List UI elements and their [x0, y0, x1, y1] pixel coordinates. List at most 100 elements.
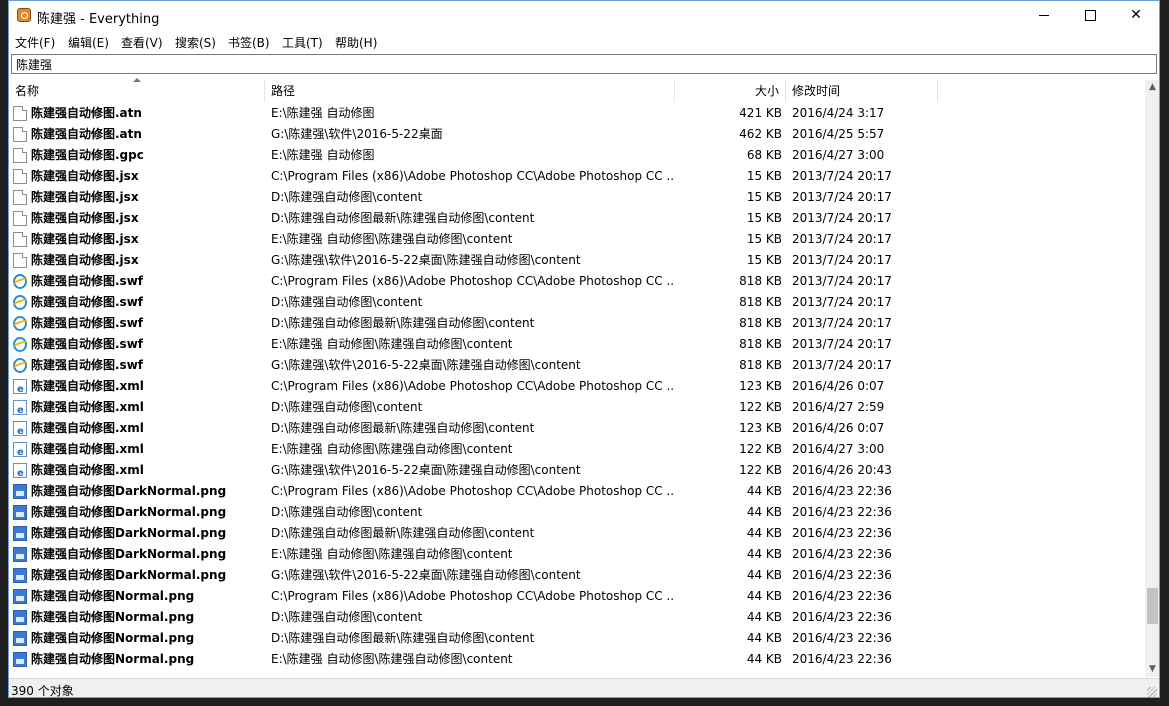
file-path: E:\陈建强 自动修图\陈建强自动修图\content [271, 337, 513, 351]
vertical-scrollbar[interactable]: ▲ ▼ [1145, 80, 1159, 677]
menu-view[interactable]: 查看(V) [121, 34, 163, 51]
file-name: 陈建强自动修图.jsx [31, 232, 139, 246]
table-row[interactable]: 陈建强自动修图.jsx D:\陈建强自动修图\content 15 KB 2013/7… [9, 187, 1145, 208]
doc-icon [13, 148, 27, 163]
doc-icon [13, 253, 27, 268]
table-row[interactable]: 陈建强自动修图Normal.png E:\陈建强 自动修图\陈建强自动修图\con… [9, 649, 1145, 670]
file-icon-cell [13, 211, 27, 226]
status-bar: 390 个对象 [9, 678, 1159, 698]
status-object-count: 390 个对象 [11, 684, 74, 698]
file-modified: 2016/4/26 0:07 [792, 421, 885, 435]
png-icon [13, 526, 27, 541]
png-icon [13, 568, 27, 583]
file-path: D:\陈建强自动修图最新\陈建强自动修图\content [271, 211, 535, 225]
file-name: 陈建强自动修图.swf [31, 316, 144, 330]
title-bar[interactable]: 陈建强 - Everything ✕ [9, 1, 1159, 32]
file-icon-cell [13, 274, 27, 289]
file-size: 818 KB [739, 295, 782, 309]
column-header-path-label: 路径 [271, 84, 296, 98]
xml-icon [13, 379, 27, 394]
ie-icon [13, 358, 27, 373]
table-row[interactable]: 陈建强自动修图.xml C:\Program Files (x86)\Adobe … [9, 376, 1145, 397]
table-row[interactable]: 陈建强自动修图.swf D:\陈建强自动修图最新\陈建强自动修图\content 8… [9, 313, 1145, 334]
doc-icon [13, 169, 27, 184]
png-icon [13, 505, 27, 520]
table-row[interactable]: 陈建强自动修图.swf C:\Program Files (x86)\Adobe … [9, 271, 1145, 292]
resize-grip-icon[interactable] [1147, 687, 1157, 697]
table-row[interactable]: 陈建强自动修图.xml E:\陈建强 自动修图\陈建强自动修图\content 12… [9, 439, 1145, 460]
file-path: G:\陈建强\软件\2016-5-22桌面\陈建强自动修图\content [271, 253, 581, 267]
menu-tools[interactable]: 工具(T) [282, 34, 323, 51]
file-size: 421 KB [739, 106, 782, 120]
menu-bookmarks[interactable]: 书签(B) [228, 34, 270, 51]
file-path: G:\陈建强\软件\2016-5-22桌面\陈建强自动修图\content [271, 463, 581, 477]
close-button[interactable]: ✕ [1113, 1, 1159, 32]
file-name: 陈建强自动修图.jsx [31, 211, 139, 225]
table-row[interactable]: 陈建强自动修图.swf E:\陈建强 自动修图\陈建强自动修图\content 81… [9, 334, 1145, 355]
xml-icon [13, 400, 27, 415]
results-list[interactable]: 陈建强自动修图.atn E:\陈建强 自动修图 421 KB 2016/4/24 3:… [9, 102, 1145, 677]
table-row[interactable]: 陈建强自动修图.atn G:\陈建强\软件\2016-5-22桌面 462 KB 20… [9, 124, 1145, 145]
table-row[interactable]: 陈建强自动修图Normal.png D:\陈建强自动修图最新\陈建强自动修图\co… [9, 628, 1145, 649]
file-path: G:\陈建强\软件\2016-5-22桌面\陈建强自动修图\content [271, 568, 581, 582]
table-row[interactable]: 陈建强自动修图.jsx C:\Program Files (x86)\Adobe … [9, 166, 1145, 187]
file-size: 44 KB [746, 547, 782, 561]
table-row[interactable]: 陈建强自动修图.swf D:\陈建强自动修图\content 818 KB 2013/… [9, 292, 1145, 313]
table-row[interactable]: 陈建强自动修图.gpc E:\陈建强 自动修图 68 KB 2016/4/27 3:0… [9, 145, 1145, 166]
column-header-name[interactable]: 名称 [9, 78, 265, 102]
column-header-date[interactable]: 修改时间 [786, 80, 938, 102]
table-row[interactable]: 陈建强自动修图Normal.png D:\陈建强自动修图\content 44 KB… [9, 607, 1145, 628]
file-icon-cell [13, 253, 27, 268]
menu-edit[interactable]: 编辑(E) [68, 34, 109, 51]
file-modified: 2016/4/23 22:36 [792, 526, 892, 540]
file-size: 44 KB [746, 631, 782, 645]
file-name: 陈建强自动修图.atn [31, 127, 142, 141]
scroll-up-icon[interactable]: ▲ [1145, 80, 1159, 95]
table-row[interactable]: 陈建强自动修图.xml G:\陈建强\软件\2016-5-22桌面\陈建强自动修图… [9, 460, 1145, 481]
file-size: 15 KB [746, 169, 782, 183]
file-size: 44 KB [746, 526, 782, 540]
file-icon-cell [13, 526, 27, 541]
table-row[interactable]: 陈建强自动修图.xml D:\陈建强自动修图\content 122 KB 2016/… [9, 397, 1145, 418]
file-size: 44 KB [746, 568, 782, 582]
table-row[interactable]: 陈建强自动修图DarkNormal.png D:\陈建强自动修图\content 4… [9, 502, 1145, 523]
scroll-down-icon[interactable]: ▼ [1145, 662, 1159, 677]
everything-app-icon[interactable] [17, 8, 31, 22]
table-row[interactable]: 陈建强自动修图DarkNormal.png G:\陈建强\软件\2016-5-22… [9, 565, 1145, 586]
file-path: G:\陈建强\软件\2016-5-22桌面\陈建强自动修图\content [271, 358, 581, 372]
menu-search[interactable]: 搜索(S) [175, 34, 216, 51]
menu-file[interactable]: 文件(F) [15, 34, 55, 51]
column-header-path[interactable]: 路径 [265, 80, 675, 102]
everything-window: 陈建强 - Everything ✕ 文件(F) 编辑(E) 查看(V) 搜索(… [8, 0, 1160, 698]
search-input[interactable] [12, 55, 1156, 73]
table-row[interactable]: 陈建强自动修图.jsx D:\陈建强自动修图最新\陈建强自动修图\content 1… [9, 208, 1145, 229]
file-modified: 2016/4/25 5:57 [792, 127, 885, 141]
file-name: 陈建强自动修图.atn [31, 106, 142, 120]
file-modified: 2016/4/23 22:36 [792, 484, 892, 498]
table-row[interactable]: 陈建强自动修图DarkNormal.png E:\陈建强 自动修图\陈建强自动修图… [9, 544, 1145, 565]
scroll-thumb[interactable] [1147, 588, 1158, 624]
table-row[interactable]: 陈建强自动修图DarkNormal.png D:\陈建强自动修图最新\陈建强自动修… [9, 523, 1145, 544]
table-row[interactable]: 陈建强自动修图DarkNormal.png C:\Program Files (x… [9, 481, 1145, 502]
file-size: 44 KB [746, 610, 782, 624]
table-row[interactable]: 陈建强自动修图.jsx E:\陈建强 自动修图\陈建强自动修图\content 15… [9, 229, 1145, 250]
file-icon-cell [13, 421, 27, 436]
file-icon-cell [13, 379, 27, 394]
menu-help[interactable]: 帮助(H) [335, 34, 377, 51]
table-row[interactable]: 陈建强自动修图.swf G:\陈建强\软件\2016-5-22桌面\陈建强自动修图… [9, 355, 1145, 376]
column-header-date-label: 修改时间 [792, 84, 841, 98]
column-header-size[interactable]: 大小 [675, 80, 786, 102]
table-row[interactable]: 陈建强自动修图.atn E:\陈建强 自动修图 421 KB 2016/4/24 3:… [9, 103, 1145, 124]
file-size: 462 KB [739, 127, 782, 141]
table-row[interactable]: 陈建强自动修图Normal.png C:\Program Files (x86)\… [9, 586, 1145, 607]
png-icon [13, 484, 27, 499]
file-icon-cell [13, 190, 27, 205]
file-name: 陈建强自动修图DarkNormal.png [31, 484, 227, 498]
maximize-button[interactable] [1067, 1, 1113, 32]
table-row[interactable]: 陈建强自动修图.xml D:\陈建强自动修图最新\陈建强自动修图\content 1… [9, 418, 1145, 439]
file-name: 陈建强自动修图.xml [31, 421, 144, 435]
table-row[interactable]: 陈建强自动修图.jsx G:\陈建强\软件\2016-5-22桌面\陈建强自动修图… [9, 250, 1145, 271]
file-modified: 2016/4/23 22:36 [792, 631, 892, 645]
file-modified: 2016/4/26 20:43 [792, 463, 892, 477]
minimize-button[interactable] [1021, 1, 1067, 32]
